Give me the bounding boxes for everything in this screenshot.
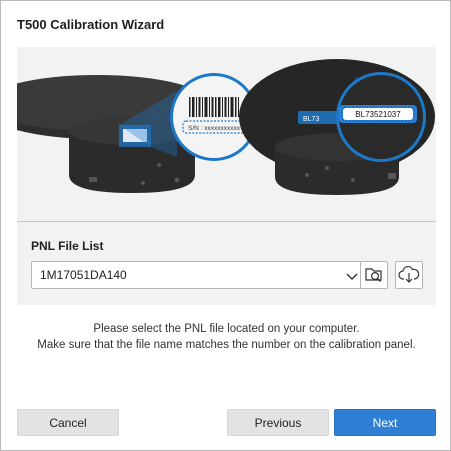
cloud-download-icon	[398, 266, 420, 283]
panel-label: BL73521037	[355, 110, 401, 119]
instruction-line-1: Please select the PNL file located on yo…	[93, 323, 360, 335]
left-device-image: S/N : xxxxxxxxxxx	[17, 73, 258, 193]
instruction-line-2: Make sure that the file name matches the…	[37, 339, 416, 351]
calibration-wizard-window: T500 Calibration Wizard S/N: xxxxxxxxxx…	[0, 0, 451, 451]
panel-divider	[17, 221, 436, 222]
selected-file-value: 1M17051DA140	[40, 268, 127, 282]
chevron-down-icon	[346, 273, 358, 280]
right-device-image: BL73 BL73521037	[239, 59, 435, 195]
instructions-text: Please select the PNL file located on yo…	[1, 321, 451, 353]
content-panel: S/N : xxxxxxxxxxx BL73 BL73521037 PNL Fi…	[17, 47, 436, 305]
pnl-file-list-label: PNL File List	[31, 239, 104, 253]
previous-button[interactable]: Previous	[227, 409, 329, 436]
folder-search-icon	[365, 268, 382, 282]
browse-file-button[interactable]	[360, 261, 388, 289]
next-button[interactable]: Next	[334, 409, 436, 436]
device-illustration: S/N : xxxxxxxxxxx BL73 BL73521037	[17, 47, 436, 220]
cancel-button[interactable]: Cancel	[17, 409, 119, 436]
window-title: T500 Calibration Wizard	[17, 17, 165, 32]
serial-callout: S/N : xxxxxxxxxxx	[188, 125, 241, 132]
panel-label-partial: BL73	[303, 116, 319, 123]
download-file-button[interactable]	[395, 261, 423, 289]
pnl-file-select[interactable]: 1M17051DA140	[31, 261, 368, 289]
